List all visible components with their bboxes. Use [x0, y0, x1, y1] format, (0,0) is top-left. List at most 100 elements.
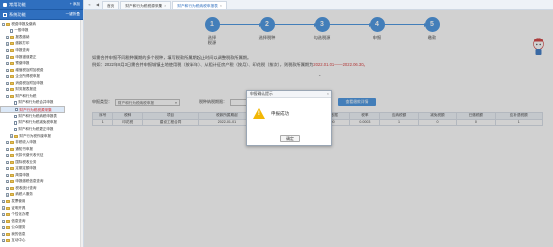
- expand-icon[interactable]: +: [2, 219, 6, 223]
- document-icon: [15, 107, 19, 112]
- sidebar-item-label: 预缴申报: [15, 61, 30, 66]
- sidebar-item-label: 财产和行为税合并申报: [18, 100, 54, 105]
- tab-home[interactable]: 首页: [102, 1, 120, 9]
- sidebar-item-label: 非税收入申报: [15, 140, 37, 145]
- folder-icon: [10, 88, 15, 92]
- system-functions-header[interactable]: 系统功能 一键折叠: [0, 10, 83, 20]
- warning-symbol: !: [257, 111, 260, 117]
- expand-icon[interactable]: +: [2, 206, 6, 210]
- system-functions-title: 系统功能: [9, 11, 26, 17]
- sidebar-item-label: 我的信息: [11, 231, 26, 236]
- expand-icon[interactable]: +: [6, 154, 10, 158]
- expand-icon[interactable]: +: [6, 160, 10, 164]
- folder-icon: [6, 239, 11, 243]
- dialog-message: 申报成功: [271, 110, 289, 116]
- tab-declaration-form[interactable]: 财产和行为税纳税申报表 ×: [172, 1, 227, 9]
- sidebar-scrollbar[interactable]: [80, 20, 83, 247]
- folder-icon: [10, 160, 15, 164]
- expand-icon[interactable]: +: [10, 134, 14, 138]
- expand-icon[interactable]: +: [6, 75, 10, 79]
- sidebar-item-label: 发票使用: [11, 198, 26, 203]
- sidebar-item-label: 税收统计查询: [15, 185, 37, 190]
- common-functions-header[interactable]: 常用功能 + 添加: [0, 0, 83, 10]
- expand-icon[interactable]: +: [6, 48, 10, 52]
- folder-icon: [6, 206, 11, 210]
- sidebar-item-label: 缴款打印: [15, 41, 30, 46]
- expand-icon[interactable]: +: [6, 55, 10, 59]
- add-button[interactable]: + 添加: [70, 2, 80, 7]
- tab-source-collection-label: 财产和行为税税源采集: [125, 3, 163, 8]
- sidebar-item-label: 财产和行为税减免税申报: [18, 120, 57, 125]
- sidebar-item[interactable]: + 互动中心: [0, 238, 83, 245]
- expand-icon[interactable]: +: [2, 232, 6, 236]
- sidebar-item-label: 纳税人服务: [15, 192, 33, 197]
- close-icon[interactable]: ×: [327, 91, 329, 98]
- confirm-dialog: 申报确认提示 × ! 申报成功 确定: [246, 90, 332, 146]
- expand-icon[interactable]: +: [2, 212, 6, 217]
- sidebar-item[interactable]: 财产行为税税源采集: [0, 106, 65, 114]
- warning-icon: !: [253, 108, 265, 119]
- sidebar-item-label: 财产和行为税: [15, 93, 37, 98]
- main-panel: « ◀ 首页 财产和行为税税源采集 × 财产和行为税纳税申报表 × 1 选择 税源 2…: [84, 0, 553, 247]
- expand-icon[interactable]: +: [6, 173, 10, 177]
- left-arrow-icon[interactable]: ◀: [94, 1, 101, 9]
- sidebar-item-label: 代扣代缴代收代征: [15, 153, 44, 158]
- dialog-body: ! 申报成功: [253, 108, 289, 119]
- expand-icon[interactable]: +: [6, 147, 10, 151]
- folder-icon: [10, 186, 15, 190]
- expand-icon[interactable]: +: [6, 140, 10, 145]
- folder-icon: [10, 154, 15, 158]
- folder-icon: [10, 81, 15, 85]
- sidebar-item-label: 通知书申报: [15, 146, 33, 151]
- dialog-title: 申报确认提示: [250, 92, 273, 96]
- close-icon[interactable]: ×: [220, 2, 222, 10]
- expand-icon[interactable]: +: [6, 180, 10, 184]
- dialog-header: 申报确认提示 ×: [247, 91, 331, 98]
- folder-icon: [10, 147, 15, 151]
- expand-icon[interactable]: +: [6, 193, 10, 197]
- sidebar-item-label: 申报缴税信息查询: [15, 179, 44, 184]
- folder-icon: [10, 94, 15, 98]
- folder-icon: [10, 42, 15, 46]
- sidebar-item-label: 申报错误更正: [15, 54, 37, 59]
- folder-icon: [10, 35, 15, 39]
- expand-icon[interactable]: +: [6, 61, 10, 66]
- collapse-all-button[interactable]: 一键折叠: [66, 12, 80, 17]
- folder-icon: [10, 75, 15, 79]
- folder-icon: [10, 180, 15, 184]
- sidebar-item-label: 简易申报: [15, 172, 30, 177]
- expand-icon[interactable]: +: [6, 68, 10, 72]
- sidebar-item-label: 互动中心: [11, 238, 26, 243]
- expand-icon[interactable]: +: [6, 35, 10, 39]
- tab-source-collection[interactable]: 财产和行为税税源采集 ×: [120, 1, 172, 10]
- document-icon: [10, 29, 14, 33]
- sidebar-item-label: 财务报表报送: [15, 87, 37, 92]
- folder-icon: [6, 226, 11, 230]
- double-left-icon[interactable]: «: [86, 1, 93, 9]
- collapse-icon[interactable]: −: [6, 94, 10, 98]
- sidebar-item-label: 财产和行为税更正申报: [18, 126, 54, 131]
- folder-icon: [6, 199, 11, 203]
- close-icon[interactable]: ×: [164, 2, 166, 10]
- folder-icon: [10, 68, 15, 72]
- expand-icon[interactable]: +: [6, 81, 10, 85]
- folder-icon: [10, 48, 15, 52]
- sidebar-item-label: 财产和行为税纳税申报表: [18, 113, 57, 118]
- common-functions-title: 常用功能: [9, 1, 26, 7]
- expand-icon[interactable]: +: [6, 167, 10, 171]
- tab-bar: « ◀ 首页 财产和行为税税源采集 × 财产和行为税纳税申报表 ×: [84, 0, 553, 10]
- expand-icon[interactable]: +: [2, 226, 6, 230]
- expand-icon[interactable]: +: [2, 239, 6, 243]
- expand-icon[interactable]: +: [2, 199, 6, 203]
- expand-icon[interactable]: +: [6, 42, 10, 46]
- menu-icon: [3, 2, 7, 7]
- expand-icon[interactable]: +: [6, 186, 10, 190]
- document-icon: [14, 114, 18, 119]
- expand-icon[interactable]: +: [6, 88, 10, 92]
- sidebar-item-label: 个性化办理: [11, 212, 29, 217]
- collapse-icon[interactable]: −: [2, 22, 6, 26]
- sidebar-item-label: 证明开具: [11, 205, 26, 210]
- document-icon: [14, 101, 18, 105]
- ok-button[interactable]: 确定: [280, 135, 300, 142]
- tab-declaration-form-label: 财产和行为税纳税申报表: [177, 3, 218, 8]
